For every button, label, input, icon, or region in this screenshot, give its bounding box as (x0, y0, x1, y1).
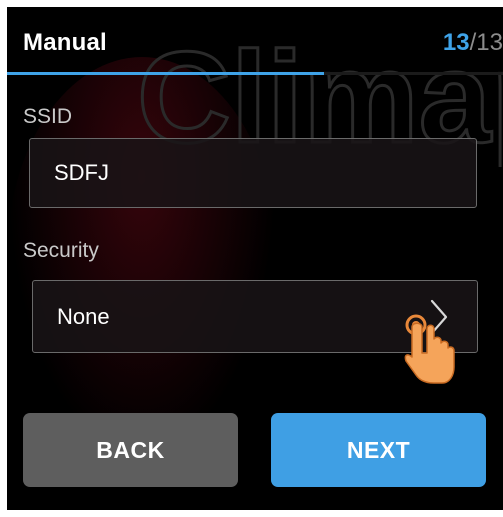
security-label: Security (23, 239, 99, 262)
ssid-value: SDFJ (54, 160, 109, 185)
tap-hand-icon (404, 314, 455, 384)
progress-bar (7, 72, 503, 75)
progress-fill (7, 72, 325, 75)
ssid-label: SSID (23, 105, 73, 128)
back-button[interactable]: BACK (23, 413, 238, 487)
page-title: Manual (23, 29, 107, 56)
page-counter: 13/13 (443, 29, 503, 57)
page-current: 13 (442, 29, 470, 56)
security-value: None (57, 303, 110, 329)
device-frame: Climap Manual 13/13 SSID SDFJ Security N… (0, 0, 503, 517)
screen: Climap Manual 13/13 SSID SDFJ Security N… (7, 7, 503, 510)
ssid-field[interactable]: SDFJ (29, 138, 477, 208)
next-button[interactable]: NEXT (271, 413, 486, 487)
page-total: /13 (469, 29, 503, 56)
